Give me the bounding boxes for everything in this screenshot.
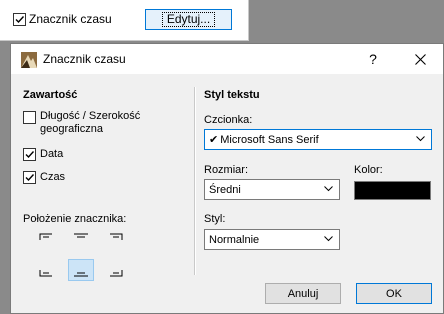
size-label: Rozmiar: [204,164,249,176]
chevron-down-icon [324,186,333,192]
color-swatch[interactable] [354,181,431,200]
timestamp-dialog: Znacznik czasu ? Zawartość Długość / Sze… [10,43,444,314]
anchor-top-left[interactable] [36,229,62,251]
time-checkbox[interactable] [23,171,36,184]
option-latlong[interactable]: Długość / Szerokość geograficzna [23,110,188,136]
edit-button-label: Edytuj... [161,12,216,27]
chevron-down-icon [416,136,425,142]
anchor-top-right[interactable] [100,229,126,251]
option-date[interactable]: Data [23,148,63,161]
size-select[interactable]: Średni [204,179,340,200]
close-button[interactable] [397,44,443,74]
anchor-bottom-left[interactable] [36,259,62,281]
cancel-button-label: Anuluj [287,287,319,300]
font-select-value: Microsoft Sans Serif [220,133,319,146]
dialog-title: Znacznik czasu [43,52,126,66]
date-label: Data [40,148,64,160]
help-button-label: ? [369,51,377,67]
column-divider [194,87,196,275]
cancel-button[interactable]: Anuluj [265,283,341,304]
content-heading: Zawartość [23,89,78,101]
dialog-titlebar: Znacznik czasu ? [11,44,443,74]
anchor-bottom-right[interactable] [100,259,126,281]
option-time[interactable]: Czas [23,171,65,184]
size-select-value: Średni [209,183,241,196]
help-button[interactable]: ? [351,44,395,74]
position-grid [36,229,126,281]
close-icon [414,53,426,65]
chevron-down-icon [324,236,333,242]
anchor-top-center[interactable] [68,229,94,251]
anchor-bottom-center[interactable] [68,259,94,281]
time-label: Czas [40,171,66,183]
date-checkbox[interactable] [23,148,36,161]
edit-button[interactable]: Edytuj... [145,9,232,30]
position-label: Położenie znacznika: [23,213,127,225]
text-style-heading: Styl tekstu [204,89,260,101]
ok-button-label: OK [386,287,402,300]
style-select-value: Normalnie [209,233,260,246]
font-label: Czcionka: [204,114,253,126]
background-window: Znacznik czasu Edytuj... [0,0,249,41]
font-select[interactable]: ✔ Microsoft Sans Serif [204,129,432,150]
color-label: Kolor: [354,164,383,176]
latlong-checkbox[interactable] [23,111,36,124]
timestamp-checkbox-row[interactable]: Znacznik czasu [13,12,112,26]
ok-button[interactable]: OK [356,283,432,304]
style-label: Styl: [204,213,226,225]
app-icon [21,52,37,68]
timestamp-checkbox-label: Znacznik czasu [29,12,112,26]
latlong-label: Długość / Szerokość geograficzna [40,110,141,135]
style-select[interactable]: Normalnie [204,229,340,250]
timestamp-checkbox[interactable] [13,12,26,26]
font-check-icon: ✔ [209,134,219,146]
